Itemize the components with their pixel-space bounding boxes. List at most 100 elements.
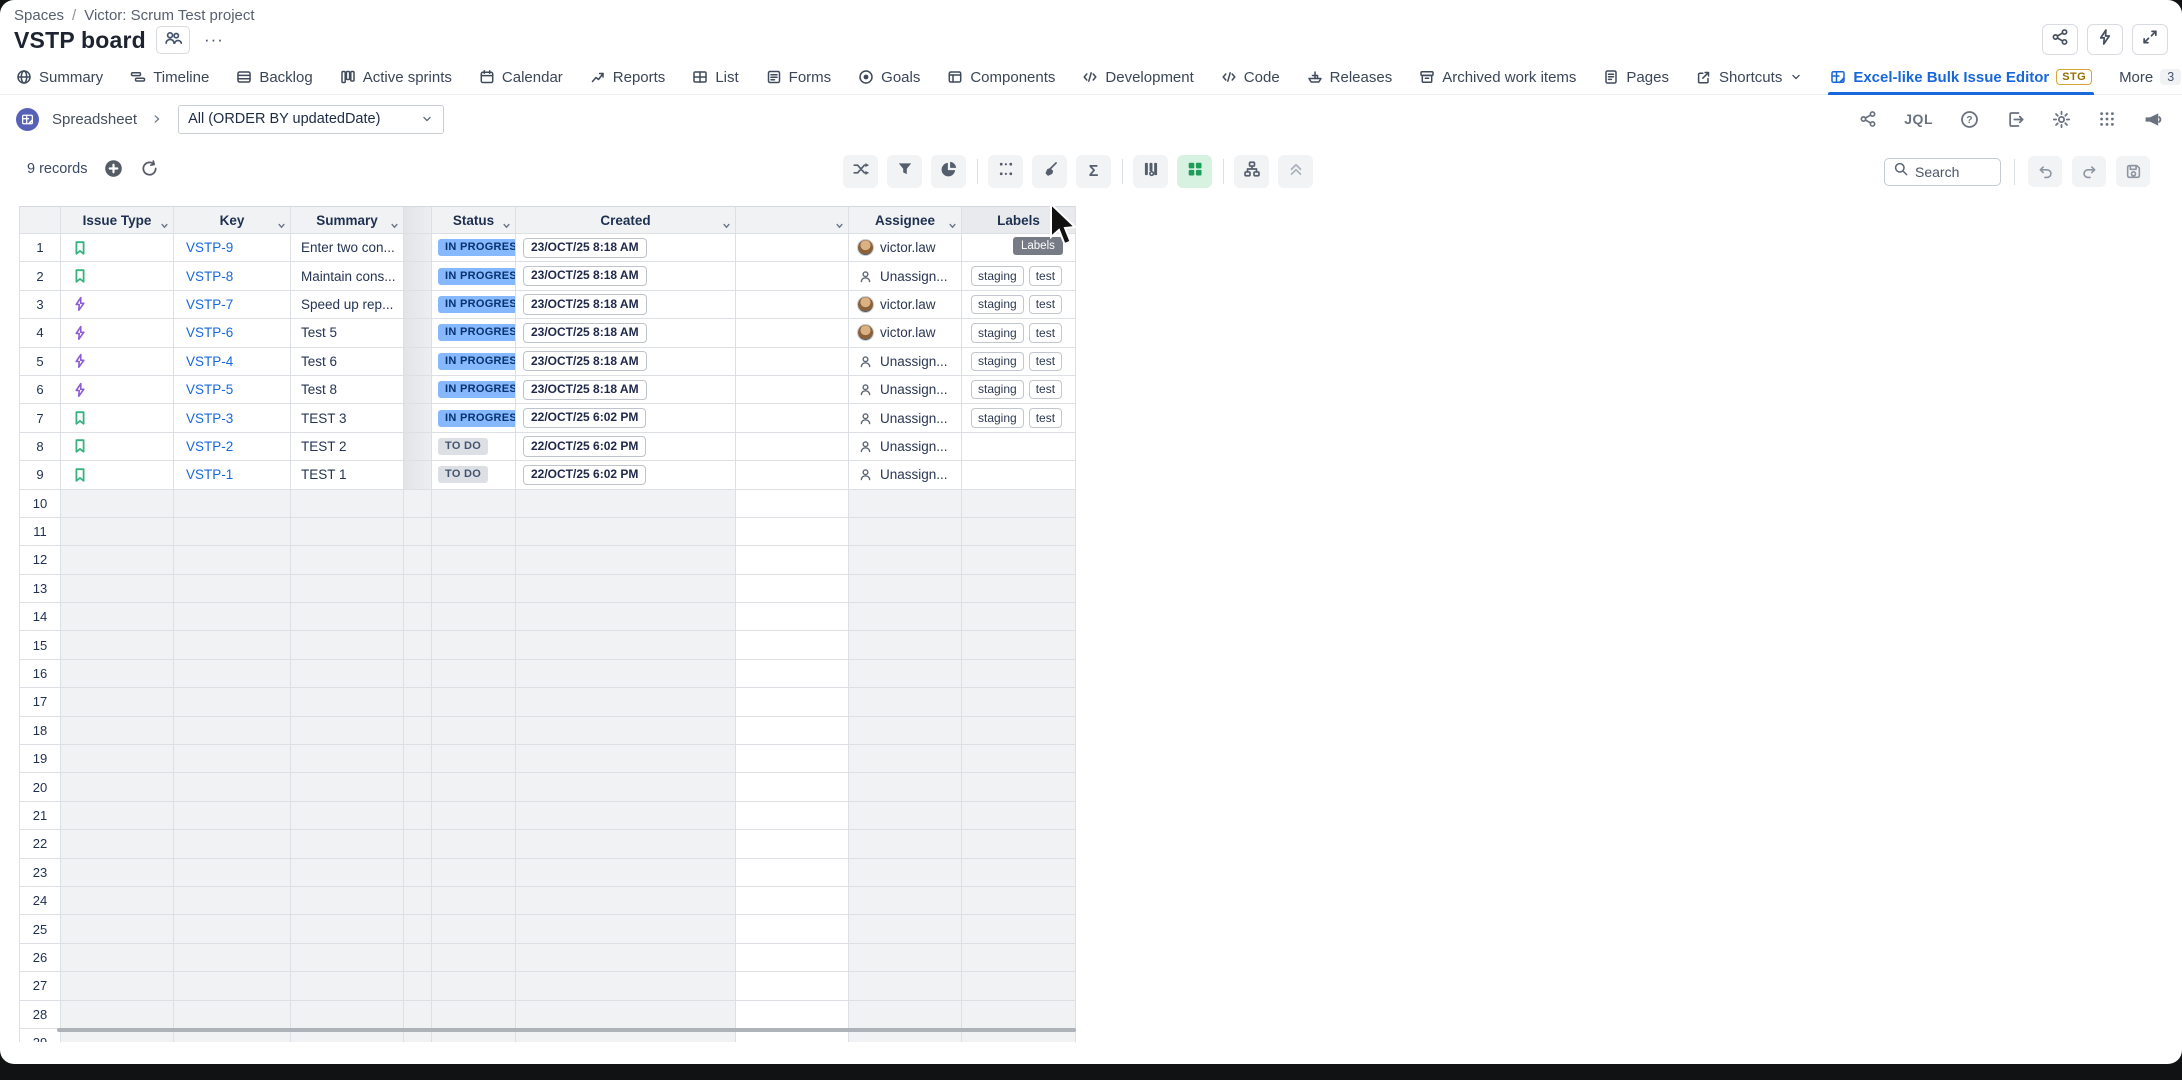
empty-cell[interactable] [962,773,1076,801]
issue-key-link[interactable]: VSTP-8 [186,269,233,284]
issue-key-cell[interactable]: VSTP-9 [174,234,291,262]
search-input[interactable] [1915,164,1990,180]
blank-cell[interactable] [736,376,849,404]
empty-cell[interactable] [962,972,1076,1000]
summary-cell[interactable]: TEST 2 [291,433,404,461]
column-header-key[interactable]: Key [174,206,291,234]
created-cell[interactable]: 23/OCT/25 8:18 AM [516,376,736,404]
column-header-status[interactable]: Status [432,206,516,234]
empty-cell[interactable] [291,518,404,546]
columns-tool-button[interactable] [1133,155,1168,188]
empty-cell[interactable] [736,660,849,688]
board-members-button[interactable] [156,26,190,54]
issue-key-cell[interactable]: VSTP-2 [174,433,291,461]
row-number[interactable]: 27 [19,972,61,1000]
empty-cell[interactable] [61,972,174,1000]
empty-cell[interactable] [962,603,1076,631]
row-number[interactable]: 7 [19,404,61,432]
shuffle-tool-button[interactable] [843,155,878,188]
empty-cell[interactable] [516,1001,736,1029]
status-cell[interactable]: IN PROGRESS [432,319,516,347]
labels-cell[interactable] [962,461,1076,489]
empty-cell[interactable] [736,688,849,716]
empty-cell[interactable] [174,802,291,830]
empty-cell[interactable] [736,773,849,801]
assignee-cell[interactable]: Unassign... [849,376,962,404]
empty-cell[interactable] [432,745,516,773]
empty-cell[interactable] [516,859,736,887]
chevron-down-icon[interactable] [389,219,400,234]
empty-cell[interactable] [291,688,404,716]
row-number[interactable]: 26 [19,944,61,972]
empty-cell[interactable] [291,944,404,972]
empty-cell[interactable] [736,802,849,830]
empty-cell[interactable] [432,915,516,943]
funnel-tool-button[interactable] [887,155,922,188]
empty-cell[interactable] [291,490,404,518]
empty-cell[interactable] [61,887,174,915]
empty-cell[interactable] [516,972,736,1000]
row-number[interactable]: 13 [19,575,61,603]
refresh-button[interactable] [140,159,159,178]
row-number[interactable]: 10 [19,490,61,518]
empty-cell[interactable] [849,546,962,574]
empty-cell[interactable] [516,802,736,830]
tab-timeline[interactable]: Timeline [130,60,209,95]
row-number[interactable]: 22 [19,830,61,858]
issue-type-cell[interactable] [61,234,174,262]
empty-cell[interactable] [962,859,1076,887]
row-number[interactable]: 1 [19,234,61,262]
empty-cell[interactable] [432,972,516,1000]
created-cell[interactable]: 22/OCT/25 6:02 PM [516,461,736,489]
row-number[interactable]: 15 [19,631,61,659]
empty-cell[interactable] [61,915,174,943]
empty-cell[interactable] [291,546,404,574]
empty-cell[interactable] [516,887,736,915]
assignee-cell[interactable]: victor.law [849,234,962,262]
empty-cell[interactable] [516,518,736,546]
lightning-button[interactable] [2087,24,2123,55]
gear-button[interactable] [2052,110,2071,129]
summary-cell[interactable]: TEST 1 [291,461,404,489]
labels-cell[interactable]: stagingtest [962,376,1076,404]
empty-cell[interactable] [174,830,291,858]
empty-cell[interactable] [516,745,736,773]
empty-cell[interactable] [962,660,1076,688]
issue-type-cell[interactable] [61,291,174,319]
empty-cell[interactable] [849,603,962,631]
empty-cell[interactable] [736,717,849,745]
empty-cell[interactable] [962,546,1076,574]
row-number[interactable]: 19 [19,745,61,773]
empty-cell[interactable] [291,745,404,773]
empty-cell[interactable] [432,944,516,972]
empty-cell[interactable] [432,660,516,688]
chevron-down-icon[interactable] [834,219,845,234]
empty-cell[interactable] [736,859,849,887]
empty-cell[interactable] [174,660,291,688]
blank-cell[interactable] [736,461,849,489]
issue-key-link[interactable]: VSTP-4 [186,354,233,369]
empty-cell[interactable] [432,773,516,801]
issue-key-link[interactable]: VSTP-3 [186,411,233,426]
empty-cell[interactable] [736,575,849,603]
issue-key-link[interactable]: VSTP-6 [186,325,233,340]
empty-cell[interactable] [849,575,962,603]
empty-cell[interactable] [61,575,174,603]
issue-key-cell[interactable]: VSTP-1 [174,461,291,489]
empty-cell[interactable] [849,631,962,659]
empty-cell[interactable] [291,915,404,943]
created-cell[interactable]: 23/OCT/25 8:18 AM [516,234,736,262]
assignee-cell[interactable]: Unassign... [849,404,962,432]
empty-cell[interactable] [432,546,516,574]
search-box[interactable] [1884,158,2001,186]
undo-button[interactable] [2028,156,2062,187]
empty-cell[interactable] [962,745,1076,773]
status-cell[interactable]: IN PROGRESS [432,262,516,290]
empty-cell[interactable] [174,887,291,915]
empty-cell[interactable] [849,1001,962,1029]
empty-cell[interactable] [291,575,404,603]
issue-type-cell[interactable] [61,348,174,376]
empty-cell[interactable] [962,830,1076,858]
row-number[interactable]: 28 [19,1001,61,1029]
empty-cell[interactable] [849,972,962,1000]
